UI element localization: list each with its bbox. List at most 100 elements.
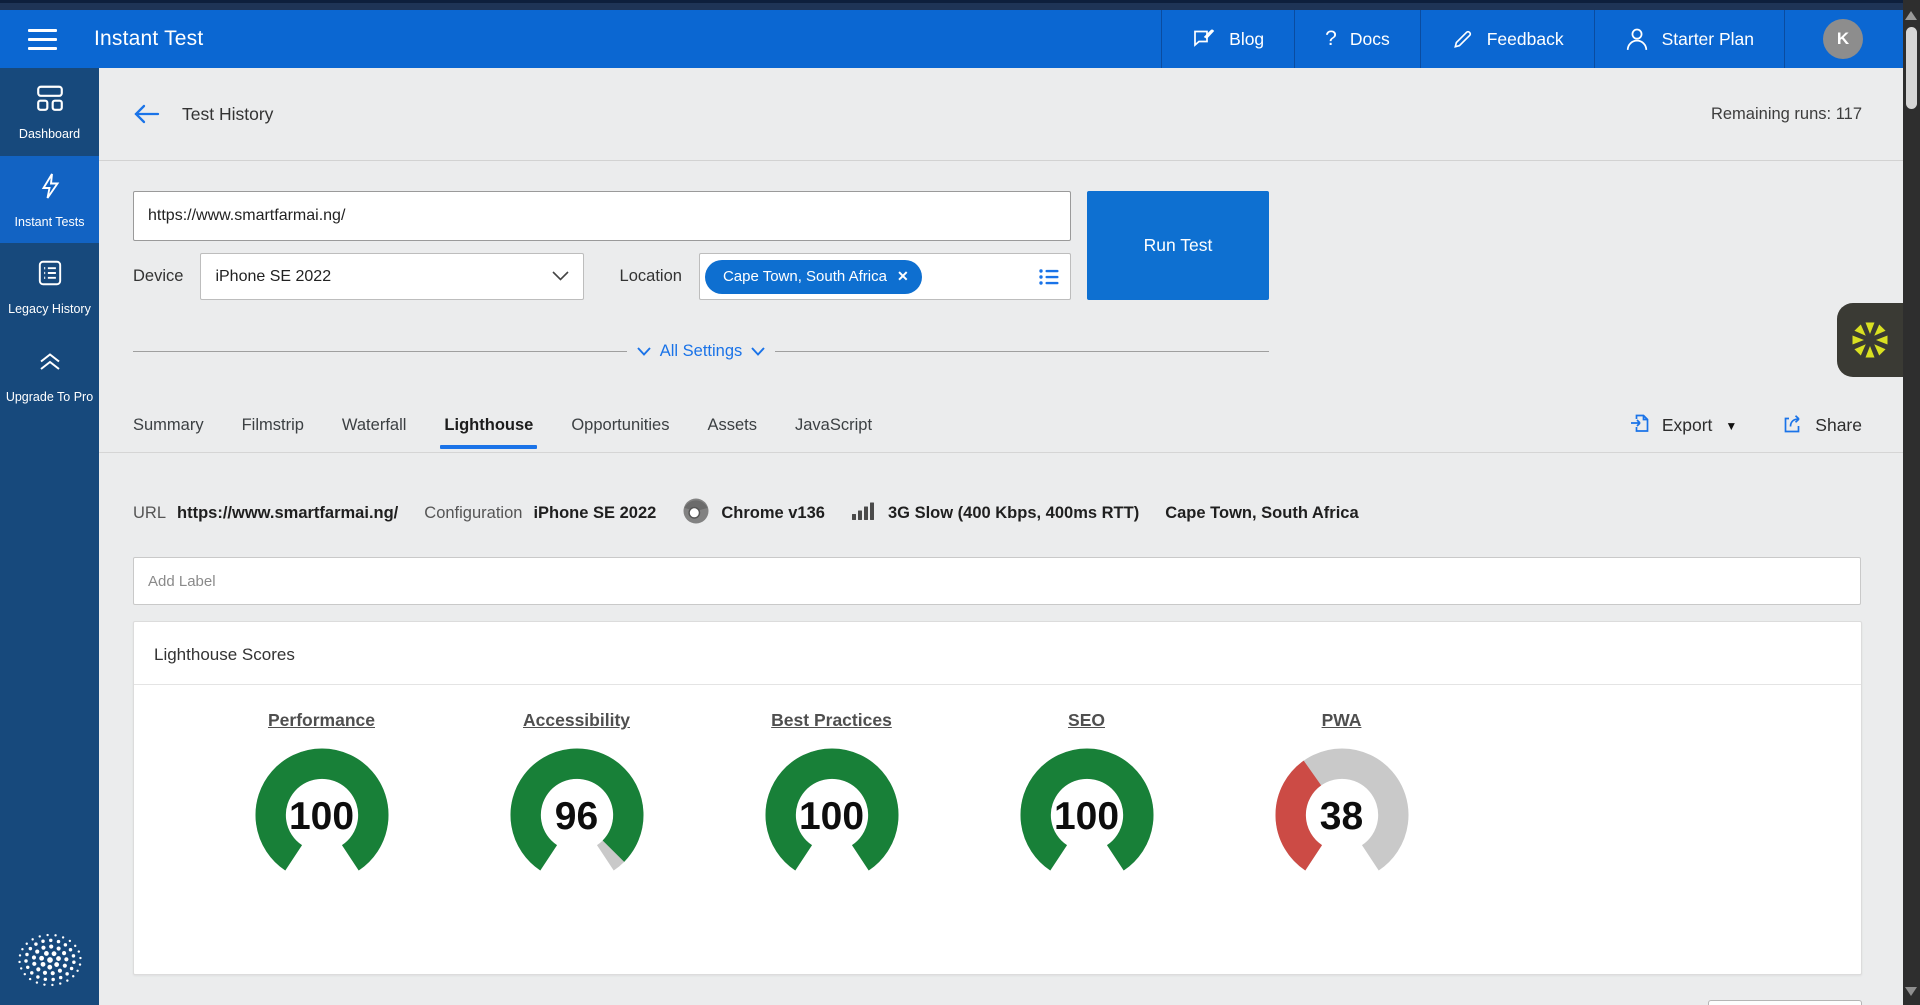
score-gauge-pwa: 38 xyxy=(1272,745,1412,885)
tab-assets[interactable]: Assets xyxy=(707,399,757,452)
chrome-icon xyxy=(682,497,710,530)
signal-bars-icon xyxy=(851,501,877,526)
config-location-value: Cape Town, South Africa xyxy=(1165,504,1358,523)
config-network-value: 3G Slow (400 Kbps, 400ms RTT) xyxy=(888,504,1139,523)
score-label-accessibility[interactable]: Accessibility xyxy=(523,710,630,731)
score-label-seo[interactable]: SEO xyxy=(1068,710,1105,731)
device-select[interactable]: iPhone SE 2022 xyxy=(200,253,583,300)
app-header: Instant Test Blog ? Docs xyxy=(0,10,1903,68)
chevron-down-icon xyxy=(552,268,569,286)
lightning-icon xyxy=(35,171,65,205)
sidebar-item-legacy-history[interactable]: Legacy History xyxy=(0,243,99,331)
score-cell-seo: SEO 100 xyxy=(959,710,1214,885)
performance-section-header: Performance 100 View Treemap xyxy=(133,1000,1862,1005)
vertical-scrollbar[interactable] xyxy=(1903,0,1920,1005)
score-label-performance[interactable]: Performance xyxy=(268,710,375,731)
brand-logo xyxy=(11,924,89,1001)
back-arrow-icon[interactable] xyxy=(131,102,161,126)
score-gauge-seo: 100 xyxy=(1017,745,1157,885)
score-label-best-practices[interactable]: Best Practices xyxy=(771,710,892,731)
scroll-down-arrow[interactable] xyxy=(1905,987,1917,996)
nav-plan[interactable]: Starter Plan xyxy=(1594,10,1784,68)
help-icon: ? xyxy=(1325,27,1337,51)
asterisk-icon xyxy=(1848,318,1892,362)
scrollbar-thumb[interactable] xyxy=(1906,27,1917,109)
run-test-button[interactable]: Run Test xyxy=(1087,191,1269,300)
score-cell-performance: Performance 100 xyxy=(194,710,449,885)
location-chip[interactable]: Cape Town, South Africa ✕ xyxy=(705,260,922,294)
sidebar-item-label: Dashboard xyxy=(19,126,80,142)
config-browser-value: Chrome v136 xyxy=(721,504,825,523)
window-top-strip xyxy=(0,0,1903,10)
remove-location-icon[interactable]: ✕ xyxy=(897,268,909,285)
export-button[interactable]: Export ▼ xyxy=(1629,412,1737,439)
titlebar: Test History Remaining runs: 117 xyxy=(99,68,1903,161)
tab-filmstrip[interactable]: Filmstrip xyxy=(242,399,304,452)
blog-icon xyxy=(1192,27,1216,51)
content-area: Test History Remaining runs: 117 Run Tes… xyxy=(99,68,1903,1005)
location-chip-label: Cape Town, South Africa xyxy=(723,268,887,285)
avatar[interactable]: K xyxy=(1823,19,1863,59)
score-cell-best-practices: Best Practices 100 xyxy=(704,710,959,885)
double-chevron-up-icon xyxy=(35,346,65,380)
config-url-value: https://www.smartfarmai.ng/ xyxy=(177,504,398,523)
tab-javascript[interactable]: JavaScript xyxy=(795,399,872,452)
export-label: Export xyxy=(1662,415,1713,436)
pencil-icon xyxy=(1451,28,1474,51)
all-settings-toggle[interactable]: All Settings xyxy=(133,342,1269,361)
test-form: Run Test Device iPhone SE 2022 Location xyxy=(133,191,1269,361)
sidebar-item-label: Instant Tests xyxy=(15,214,85,230)
url-input[interactable] xyxy=(133,191,1071,241)
sidebar-item-dashboard[interactable]: Dashboard xyxy=(0,68,99,156)
scroll-up-arrow[interactable] xyxy=(1905,11,1917,20)
tab-waterfall[interactable]: Waterfall xyxy=(342,399,407,452)
nav-feedback[interactable]: Feedback xyxy=(1420,10,1594,68)
nav-feedback-label: Feedback xyxy=(1487,29,1564,50)
nav-docs-label: Docs xyxy=(1350,29,1390,50)
sidebar-item-upgrade[interactable]: Upgrade To Pro xyxy=(0,331,99,419)
app-title: Instant Test xyxy=(94,10,203,68)
floating-widget-button[interactable] xyxy=(1837,303,1903,377)
tab-lighthouse[interactable]: Lighthouse xyxy=(444,399,533,452)
export-icon xyxy=(1629,412,1651,439)
list-box-icon xyxy=(35,258,65,292)
location-label: Location xyxy=(620,267,682,286)
nav-docs[interactable]: ? Docs xyxy=(1294,10,1420,68)
nav-blog-label: Blog xyxy=(1229,29,1264,50)
config-label: Configuration xyxy=(424,504,522,523)
sidebar-item-instant-tests[interactable]: Instant Tests xyxy=(0,156,99,244)
hamburger-menu-icon[interactable] xyxy=(28,10,57,68)
sidebar-item-label: Legacy History xyxy=(8,301,91,317)
remaining-runs: Remaining runs: 117 xyxy=(1711,105,1862,124)
score-gauge-performance: 100 xyxy=(252,745,392,885)
share-icon xyxy=(1781,412,1804,440)
chevron-down-icon xyxy=(637,347,651,356)
add-label-input[interactable] xyxy=(133,557,1861,605)
score-gauge-best-practices: 100 xyxy=(762,745,902,885)
avatar-zone: K xyxy=(1784,10,1903,68)
dashboard-icon xyxy=(35,83,65,117)
score-gauge-accessibility: 96 xyxy=(507,745,647,885)
section-title: Performance xyxy=(133,1000,304,1005)
tabs-row: Summary Filmstrip Waterfall Lighthouse O… xyxy=(99,399,1903,453)
nav-blog[interactable]: Blog xyxy=(1161,10,1294,68)
location-field[interactable]: Cape Town, South Africa ✕ xyxy=(699,253,1071,300)
section-score: 100 xyxy=(316,1000,363,1005)
device-label: Device xyxy=(133,267,183,286)
page-title: Test History xyxy=(182,104,273,125)
share-button[interactable]: Share xyxy=(1781,412,1862,440)
score-gauges: Performance 100 Accessibility 96 Best Pr… xyxy=(134,685,1861,885)
location-list-icon[interactable] xyxy=(1038,267,1060,287)
divider xyxy=(775,351,1269,352)
sidebar-item-label: Upgrade To Pro xyxy=(6,389,93,405)
lighthouse-scores-card: Lighthouse Scores Performance 100 Access… xyxy=(133,621,1862,975)
app-window: Instant Test Blog ? Docs xyxy=(0,0,1920,1005)
config-device-value: iPhone SE 2022 xyxy=(533,504,656,523)
score-cell-accessibility: Accessibility 96 xyxy=(449,710,704,885)
view-treemap-button[interactable]: View Treemap xyxy=(1708,1000,1862,1005)
tab-summary[interactable]: Summary xyxy=(133,399,204,452)
tab-opportunities[interactable]: Opportunities xyxy=(571,399,669,452)
chevron-down-icon xyxy=(751,347,765,356)
score-label-pwa[interactable]: PWA xyxy=(1322,710,1362,731)
share-label: Share xyxy=(1815,415,1862,436)
